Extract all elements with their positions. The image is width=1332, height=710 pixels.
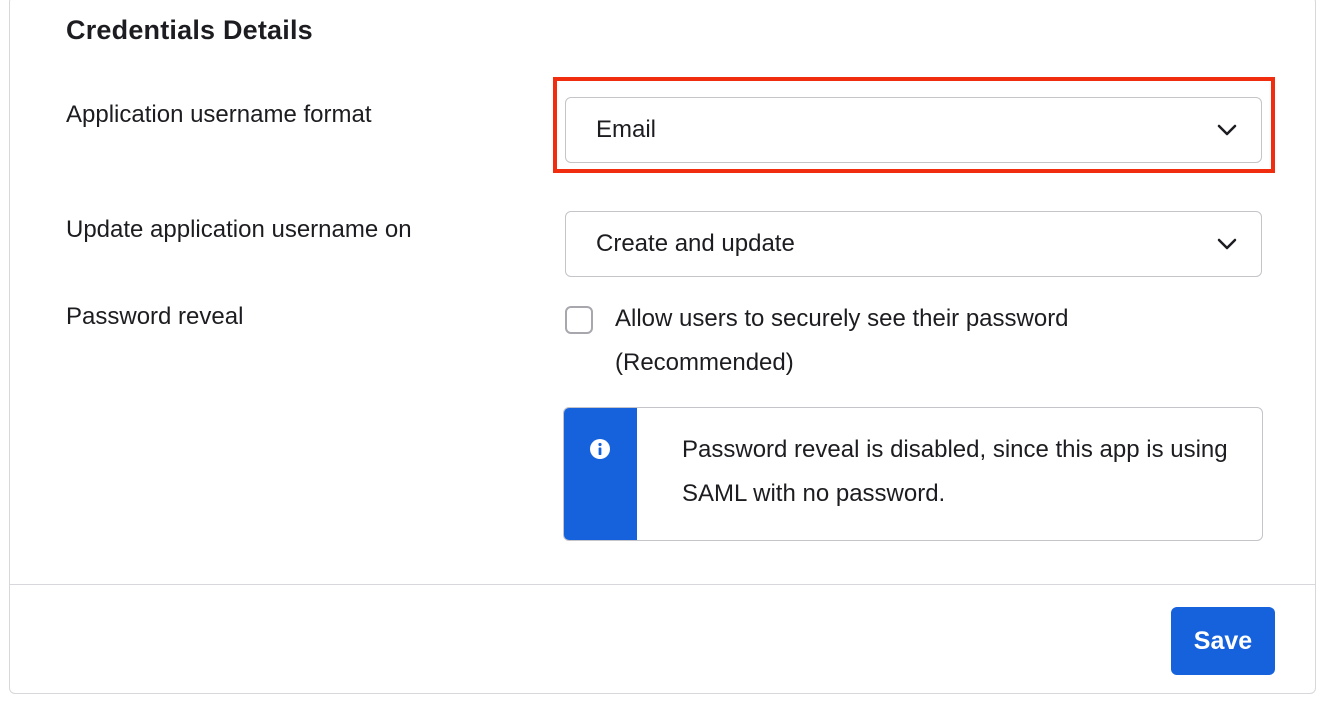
- password-reveal-label: Password reveal: [66, 303, 244, 330]
- chevron-down-icon: [1217, 124, 1237, 136]
- info-message: Password reveal is disabled, since this …: [682, 436, 1228, 507]
- username-format-select[interactable]: Email: [565, 97, 1262, 163]
- footer-divider: [10, 584, 1315, 585]
- info-stripe: [564, 408, 637, 540]
- username-format-value: Email: [596, 116, 657, 143]
- credentials-panel: Credentials Details Application username…: [9, 0, 1316, 694]
- username-format-label: Application username format: [66, 101, 372, 128]
- password-reveal-checkbox[interactable]: [565, 306, 593, 334]
- info-callout: Password reveal is disabled, since this …: [563, 407, 1263, 541]
- update-on-label: Update application username on: [66, 216, 412, 243]
- section-title: Credentials Details: [66, 15, 313, 45]
- password-reveal-checkbox-label[interactable]: Allow users to securely see their passwo…: [615, 297, 1175, 385]
- update-on-value: Create and update: [596, 230, 795, 257]
- update-on-select[interactable]: Create and update: [565, 211, 1262, 277]
- chevron-down-icon: [1217, 238, 1237, 250]
- save-button[interactable]: Save: [1171, 607, 1275, 675]
- info-icon: [590, 439, 610, 459]
